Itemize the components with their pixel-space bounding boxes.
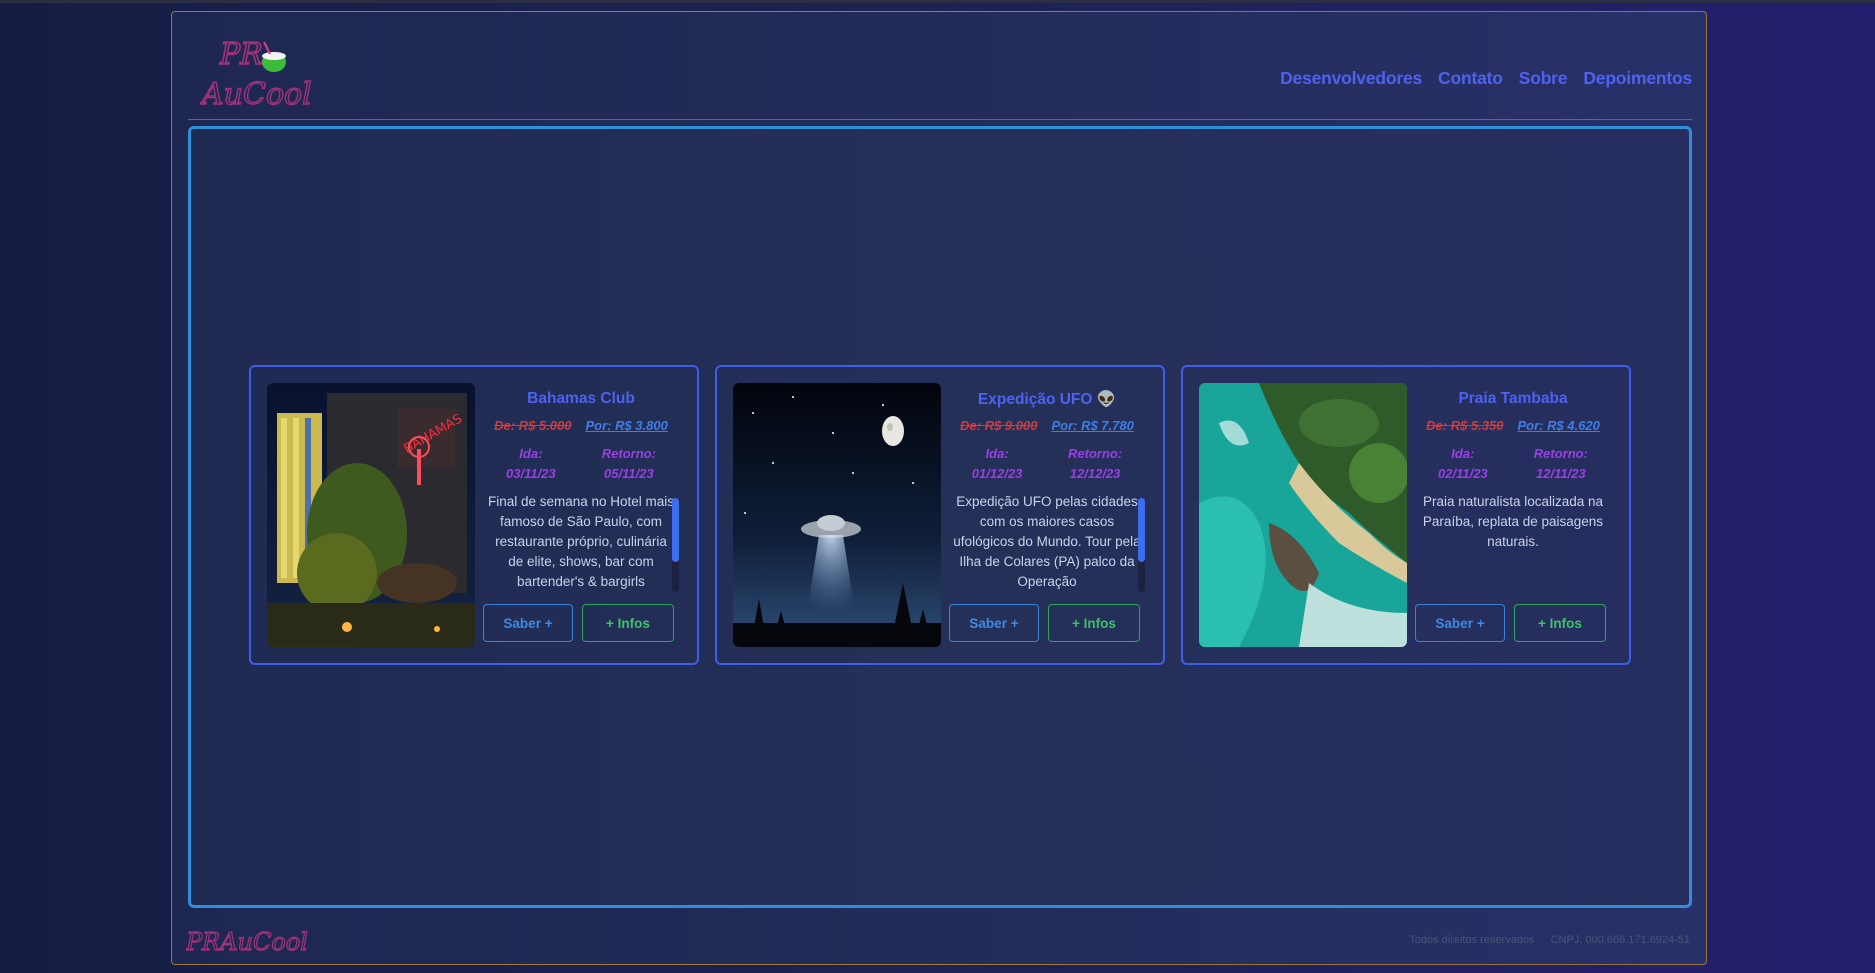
page-frame: PR AuCool Desenvolvedores Contato Sobre … xyxy=(171,11,1707,965)
return-block: Retorno: 12/12/23 xyxy=(1068,444,1122,484)
depart-date: 03/11/23 xyxy=(506,466,556,481)
return-block: Retorno: 05/11/23 xyxy=(602,444,656,484)
card-actions: Saber + + Infos xyxy=(483,604,679,642)
card-description: Expedição UFO pelas cidades com os maior… xyxy=(953,494,1141,589)
saber-mais-button[interactable]: Saber + xyxy=(1415,604,1505,642)
date-row: Ida: 03/11/23 Retorno: 05/11/23 xyxy=(483,444,679,484)
date-row: Ida: 01/12/23 Retorno: 12/12/23 xyxy=(949,444,1145,484)
depart-label: Ida: xyxy=(1451,446,1475,461)
depart-block: Ida: 03/11/23 xyxy=(506,444,556,484)
nav-link-sobre[interactable]: Sobre xyxy=(1519,68,1568,89)
saber-mais-button[interactable]: Saber + xyxy=(949,604,1039,642)
price-row: De: R$ 9.000 Por: R$ 7.780 xyxy=(949,418,1145,433)
ufo-night-sky-image xyxy=(733,383,941,647)
return-label: Retorno: xyxy=(601,446,656,461)
content-stage: BAHAMAS Bahamas Club De: R$ 5.000 Por: R… xyxy=(188,126,1692,908)
scrollbar-thumb[interactable] xyxy=(1138,498,1145,562)
card-info: Expedição UFO 👽 De: R$ 9.000 Por: R$ 7.7… xyxy=(949,383,1145,647)
nav-link-contato[interactable]: Contato xyxy=(1438,68,1503,89)
depart-date: 02/11/23 xyxy=(1438,466,1488,481)
package-cards: BAHAMAS Bahamas Club De: R$ 5.000 Por: R… xyxy=(249,365,1631,665)
mais-infos-button[interactable]: + Infos xyxy=(1048,604,1140,642)
price-row: De: R$ 5.000 Por: R$ 3.800 xyxy=(483,418,679,433)
footer-logo[interactable]: PRAuCool xyxy=(186,922,316,958)
return-block: Retorno: 12/11/23 xyxy=(1534,444,1588,484)
package-card: BAHAMAS Bahamas Club De: R$ 5.000 Por: R… xyxy=(249,365,699,665)
old-price: De: R$ 5.000 xyxy=(494,418,572,433)
nav-link-desenvolvedores[interactable]: Desenvolvedores xyxy=(1280,68,1422,89)
card-description: Final de semana no Hotel mais famoso de … xyxy=(487,494,675,589)
hotel-night-image: BAHAMAS xyxy=(267,383,475,647)
card-info: Praia Tambaba De: R$ 5.350 Por: R$ 4.620… xyxy=(1415,383,1611,647)
package-card: Praia Tambaba De: R$ 5.350 Por: R$ 4.620… xyxy=(1181,365,1631,665)
new-price[interactable]: Por: R$ 7.780 xyxy=(1051,418,1133,433)
card-title: Expedição UFO 👽 xyxy=(977,391,1117,408)
price-row: De: R$ 5.350 Por: R$ 4.620 xyxy=(1415,418,1611,433)
return-date: 05/11/23 xyxy=(604,466,654,481)
card-actions: Saber + + Infos xyxy=(949,604,1145,642)
footer-logo-text: PRAuCool xyxy=(186,928,308,956)
depart-block: Ida: 01/12/23 xyxy=(972,444,1023,484)
depart-label: Ida: xyxy=(519,446,543,461)
return-label: Retorno: xyxy=(1533,446,1588,461)
coconut-icon xyxy=(262,41,286,72)
package-card: Expedição UFO 👽 De: R$ 9.000 Por: R$ 7.7… xyxy=(715,365,1165,665)
card-info: Bahamas Club De: R$ 5.000 Por: R$ 3.800 … xyxy=(483,383,679,647)
depart-block: Ida: 02/11/23 xyxy=(1438,444,1488,484)
description-box: Praia naturalista localizada na Paraíba,… xyxy=(1415,492,1611,592)
description-scroll[interactable]: Expedição UFO pelas cidades com os maior… xyxy=(949,492,1145,592)
brand-logo[interactable]: PR AuCool xyxy=(200,34,330,110)
scrollbar-thumb[interactable] xyxy=(672,498,679,562)
nav-link-depoimentos[interactable]: Depoimentos xyxy=(1583,68,1692,89)
card-actions: Saber + + Infos xyxy=(1415,604,1611,642)
depart-label: Ida: xyxy=(985,446,1009,461)
logo-top-text: PR xyxy=(219,37,263,72)
card-title: Bahamas Club xyxy=(527,390,635,407)
cnpj-text: CNPJ: 000.666.171.6924-51 xyxy=(1550,934,1690,946)
old-price: De: R$ 9.000 xyxy=(960,418,1038,433)
card-description: Praia naturalista localizada na Paraíba,… xyxy=(1422,494,1604,549)
beach-aerial-image xyxy=(1199,383,1407,647)
description-scroll[interactable]: Final de semana no Hotel mais famoso de … xyxy=(483,492,679,592)
return-label: Retorno: xyxy=(1068,446,1123,461)
new-price[interactable]: Por: R$ 4.620 xyxy=(1517,418,1599,433)
site-header: PR AuCool Desenvolvedores Contato Sobre … xyxy=(188,22,1692,120)
logo-bottom-text: AuCool xyxy=(200,77,312,110)
return-date: 12/11/23 xyxy=(1536,466,1586,481)
new-price[interactable]: Por: R$ 3.800 xyxy=(585,418,667,433)
return-date: 12/12/23 xyxy=(1069,466,1121,481)
card-title: Praia Tambaba xyxy=(1458,390,1568,407)
mais-infos-button[interactable]: + Infos xyxy=(1514,604,1606,642)
browser-top-line xyxy=(0,0,1875,3)
mais-infos-button[interactable]: + Infos xyxy=(582,604,674,642)
site-footer: Todos direitos reservados CNPJ: 000.666.… xyxy=(1409,934,1690,946)
saber-mais-button[interactable]: Saber + xyxy=(483,604,573,642)
rights-text: Todos direitos reservados xyxy=(1409,934,1535,946)
date-row: Ida: 02/11/23 Retorno: 12/11/23 xyxy=(1415,444,1611,484)
main-nav: Desenvolvedores Contato Sobre Depoimento… xyxy=(1280,68,1692,89)
old-price: De: R$ 5.350 xyxy=(1426,418,1504,433)
depart-date: 01/12/23 xyxy=(971,466,1023,481)
